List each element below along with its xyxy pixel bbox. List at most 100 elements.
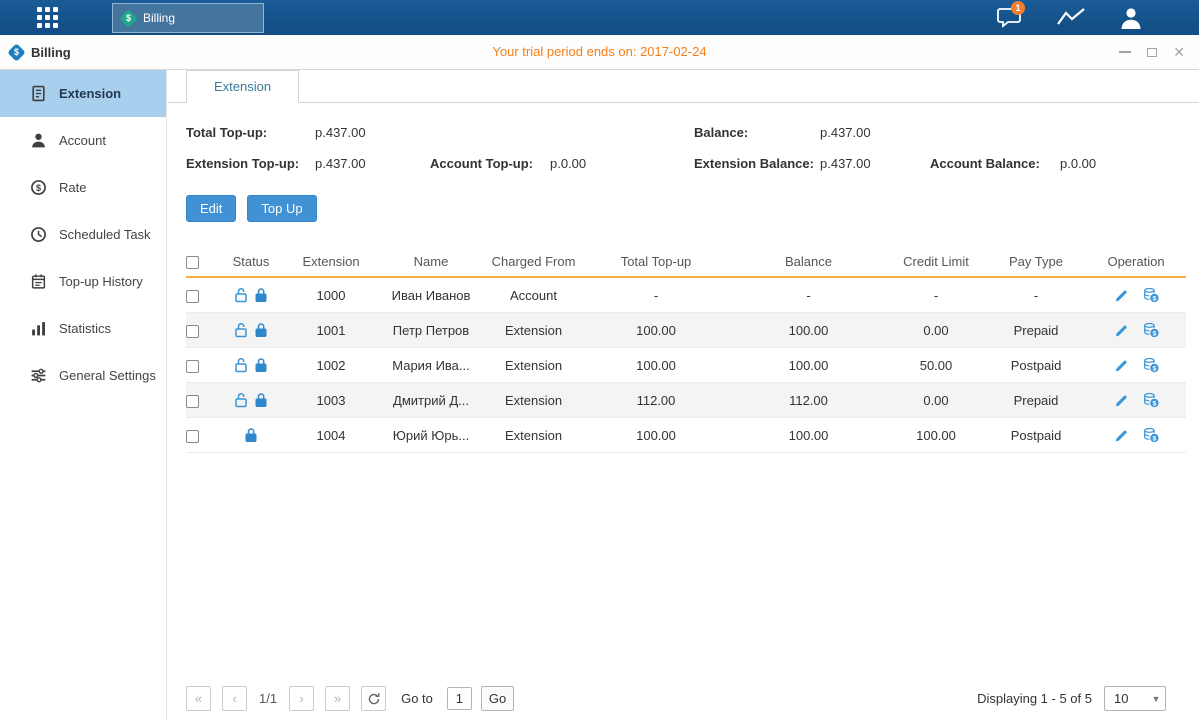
refresh-icon[interactable] <box>361 686 386 711</box>
window-controls: ✕ <box>1119 35 1185 69</box>
extension-balance-value: p.437.00 <box>820 156 871 171</box>
column-operation: Operation <box>1086 254 1186 269</box>
top-up-icon[interactable]: $ <box>1143 357 1159 373</box>
account-top-up-label: Account Top-up: <box>430 156 533 171</box>
messages-icon[interactable]: 1 <box>993 5 1027 31</box>
extension-cell: 1001 <box>286 323 376 338</box>
last-page-button[interactable]: » <box>325 686 350 711</box>
name-cell: Иван Иванов <box>376 288 486 303</box>
unlocked-icon[interactable] <box>233 322 249 338</box>
apps-grid-icon[interactable] <box>37 7 58 28</box>
reports-icon[interactable] <box>1054 7 1088 33</box>
titlebar: $ Billing Your trial period ends on: 201… <box>0 35 1199 70</box>
extension-top-up-value: p.437.00 <box>315 156 366 171</box>
extension-balance-label: Extension Balance: <box>694 156 814 171</box>
extension-cell: 1003 <box>286 393 376 408</box>
page-size-value: 10 <box>1105 691 1147 706</box>
sidebar-item-scheduled-task[interactable]: Scheduled Task <box>0 211 166 258</box>
total-top-up-label: Total Top-up: <box>186 125 267 140</box>
credit-limit-cell: 50.00 <box>886 358 986 373</box>
sidebar-item-statistics[interactable]: Statistics <box>0 305 166 352</box>
top-up-icon[interactable]: $ <box>1143 427 1159 443</box>
table-row[interactable]: 1004 Юрий Юрь... Extension 100.00 100.00… <box>186 418 1186 453</box>
topbar-tab-label: Billing <box>143 11 175 25</box>
sidebar-item-top-up-history[interactable]: Top-up History <box>0 258 166 305</box>
sidebar-item-label: Extension <box>59 86 121 101</box>
unlocked-icon[interactable] <box>233 357 249 373</box>
top-up-icon[interactable]: $ <box>1143 322 1159 338</box>
status-cell <box>216 322 286 339</box>
next-page-button[interactable]: › <box>289 686 314 711</box>
edit-icon[interactable] <box>1114 288 1129 303</box>
table-row[interactable]: 1001 Петр Петров Extension 100.00 100.00… <box>186 313 1186 348</box>
account-balance-label: Account Balance: <box>930 156 1040 171</box>
topbar-tab-billing[interactable]: $ Billing <box>112 3 264 33</box>
locked-icon[interactable] <box>243 427 259 443</box>
tab-extension[interactable]: Extension <box>186 70 299 103</box>
edit-icon[interactable] <box>1114 358 1129 373</box>
svg-text:$: $ <box>36 183 41 193</box>
operation-cell: $ <box>1086 322 1186 338</box>
row-checkbox[interactable] <box>186 395 199 408</box>
row-checkbox[interactable] <box>186 290 199 303</box>
locked-icon[interactable] <box>253 322 269 338</box>
locked-icon[interactable] <box>253 357 269 373</box>
top-up-button[interactable]: Top Up <box>247 195 316 222</box>
operation-cell: $ <box>1086 427 1186 443</box>
name-cell: Дмитрий Д... <box>376 393 486 408</box>
first-page-button[interactable]: « <box>186 686 211 711</box>
operation-cell: $ <box>1086 287 1186 303</box>
credit-limit-cell: 100.00 <box>886 428 986 443</box>
go-button[interactable]: Go <box>481 686 514 711</box>
minimize-icon[interactable] <box>1119 51 1131 53</box>
extension-top-up-label: Extension Top-up: <box>186 156 299 171</box>
column-status: Status <box>216 254 286 269</box>
table-row[interactable]: 1003 Дмитрий Д... Extension 112.00 112.0… <box>186 383 1186 418</box>
locked-icon[interactable] <box>253 287 269 303</box>
sidebar-item-label: Statistics <box>59 321 111 336</box>
row-checkbox[interactable] <box>186 360 199 373</box>
table-row[interactable]: 1002 Мария Ива... Extension 100.00 100.0… <box>186 348 1186 383</box>
column-charged-from: Charged From <box>486 254 581 269</box>
edit-button[interactable]: Edit <box>186 195 236 222</box>
edit-icon[interactable] <box>1114 428 1129 443</box>
unlocked-icon[interactable] <box>233 287 249 303</box>
topbar: $ Billing 1 <box>0 0 1199 35</box>
row-checkbox[interactable] <box>186 430 199 443</box>
charged-from-cell: Extension <box>486 393 581 408</box>
maximize-icon[interactable] <box>1147 48 1157 57</box>
sidebar-item-rate[interactable]: $ Rate <box>0 164 166 211</box>
notification-badge: 1 <box>1011 1 1025 15</box>
edit-icon[interactable] <box>1114 393 1129 408</box>
unlocked-icon[interactable] <box>233 392 249 408</box>
charged-from-cell: Extension <box>486 323 581 338</box>
pay-type-cell: Postpaid <box>986 428 1086 443</box>
pay-type-cell: Postpaid <box>986 358 1086 373</box>
table-row[interactable]: 1000 Иван Иванов Account - - - - $ <box>186 278 1186 313</box>
sidebar-item-general-settings[interactable]: General Settings <box>0 352 166 399</box>
column-credit-limit: Credit Limit <box>886 254 986 269</box>
svg-text:$: $ <box>1152 295 1156 302</box>
row-checkbox[interactable] <box>186 325 199 338</box>
goto-page-input[interactable] <box>447 687 472 710</box>
extension-table: Status Extension Name Charged From Total… <box>186 246 1186 453</box>
trial-notice: Your trial period ends on: 2017-02-24 <box>0 35 1199 69</box>
page-size-select[interactable]: 10 ▼ <box>1104 686 1166 711</box>
total-top-up-cell: 112.00 <box>581 393 731 408</box>
sidebar-item-extension[interactable]: Extension <box>0 70 166 117</box>
locked-icon[interactable] <box>253 392 269 408</box>
user-icon[interactable] <box>1114 5 1148 31</box>
column-pay-type: Pay Type <box>986 254 1086 269</box>
prev-page-button[interactable]: ‹ <box>222 686 247 711</box>
edit-icon[interactable] <box>1114 323 1129 338</box>
sidebar-item-account[interactable]: Account <box>0 117 166 164</box>
pay-type-cell: Prepaid <box>986 323 1086 338</box>
rate-coin-icon: $ <box>30 179 47 196</box>
sidebar-item-label: Rate <box>59 180 86 195</box>
sidebar-item-label: Top-up History <box>59 274 143 289</box>
account-top-up-value: p.0.00 <box>550 156 586 171</box>
top-up-icon[interactable]: $ <box>1143 287 1159 303</box>
top-up-icon[interactable]: $ <box>1143 392 1159 408</box>
close-icon[interactable]: ✕ <box>1173 45 1185 59</box>
select-all-checkbox[interactable] <box>186 256 199 269</box>
